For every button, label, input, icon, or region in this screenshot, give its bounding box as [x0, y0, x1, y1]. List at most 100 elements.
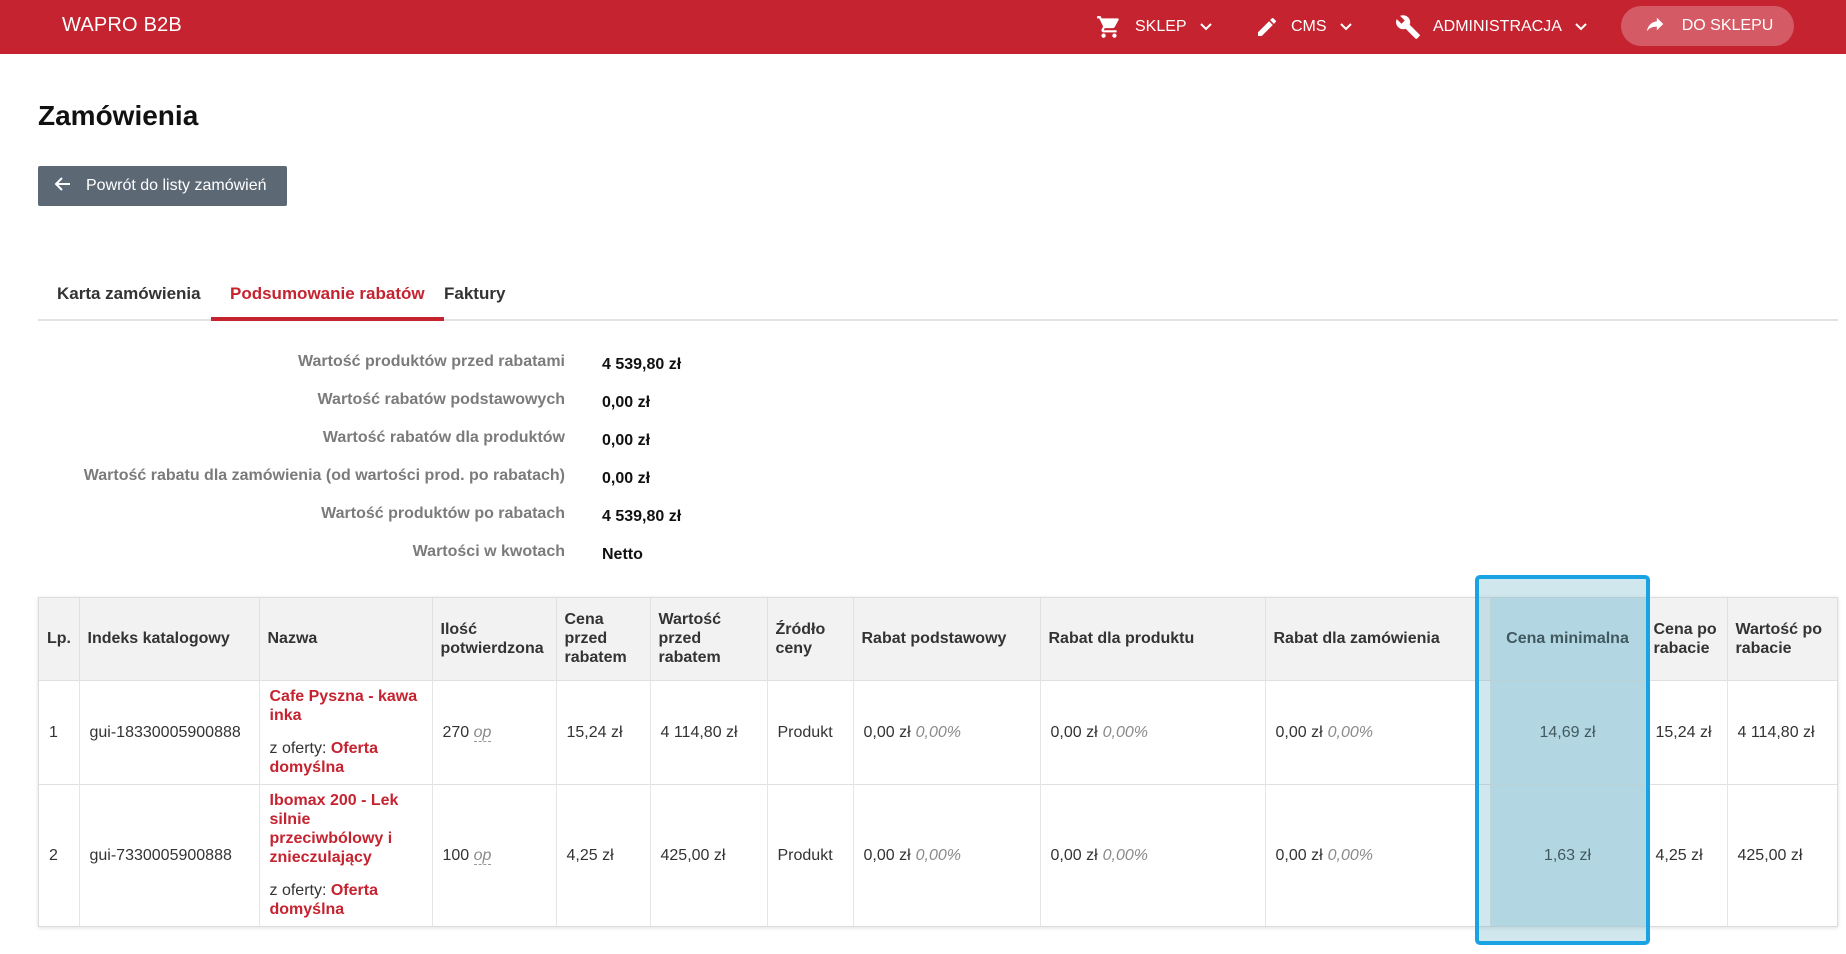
- arrow-left-icon: [54, 176, 72, 197]
- tab-order-card[interactable]: Karta zamówienia: [38, 270, 220, 321]
- page-title: Zamówienia: [38, 100, 199, 131]
- cell-base-discount: 0,00 zł 0,00%: [853, 679, 1041, 784]
- offer-info: z oferty: Oferta domyślna: [270, 739, 422, 777]
- cell-price-after: 15,24 zł: [1645, 679, 1728, 784]
- discount-percent: 0,00%: [1327, 723, 1374, 741]
- product-link[interactable]: Ibomax 200 - Lek silnie przeciwbólowy i …: [270, 791, 422, 867]
- qty-value: 270: [442, 723, 470, 741]
- tab-discount-summary[interactable]: Podsumowanie rabatów: [211, 270, 444, 321]
- pencil-icon: [1255, 15, 1279, 39]
- discount-percent: 0,00%: [1102, 846, 1149, 864]
- chevron-down-icon: [1339, 22, 1353, 32]
- nav-admin-label: ADMINISTRACJA: [1433, 18, 1562, 35]
- discount-percent: 0,00%: [915, 846, 962, 864]
- share-arrow-icon: [1642, 13, 1668, 40]
- nav-shop-menu[interactable]: SKLEP: [1095, 0, 1213, 54]
- order-items-table: Lp. Indeks katalogowy Nazwa Ilość potwie…: [38, 597, 1838, 927]
- cell-source: Produkt: [767, 783, 854, 926]
- top-bar: WAPRO B2B SKLEP CMS ADMINISTRACJA DO SKL: [0, 0, 1846, 54]
- col-header-price-before: Cena przed rabatem: [556, 598, 651, 680]
- discount-amount: 0,00 zł: [863, 846, 911, 864]
- cell-value-after: 4 114,80 zł: [1727, 679, 1837, 784]
- cell-price-after: 4,25 zł: [1645, 783, 1728, 926]
- cell-order-discount: 0,00 zł 0,00%: [1265, 679, 1491, 784]
- summary-label: Wartość produktów po rabatach: [321, 505, 565, 522]
- col-header-value-after: Wartość po rabacie: [1727, 598, 1837, 680]
- table-header-row: Lp. Indeks katalogowy Nazwa Ilość potwie…: [39, 598, 1837, 680]
- app-brand[interactable]: WAPRO B2B: [62, 14, 182, 37]
- cell-min-price: 1,63 zł: [1490, 783, 1646, 926]
- to-shop-button[interactable]: DO SKLEPU: [1621, 6, 1794, 46]
- col-header-order-discount: Rabat dla zamówienia: [1265, 598, 1491, 680]
- cell-price-before: 4,25 zł: [556, 783, 651, 926]
- wrench-icon: [1395, 14, 1421, 40]
- cell-order-discount: 0,00 zł 0,00%: [1265, 783, 1491, 926]
- cell-price-before: 15,24 zł: [556, 679, 651, 784]
- nav-shop-label: SKLEP: [1135, 18, 1187, 35]
- summary-value: 4 539,80 zł: [602, 356, 682, 373]
- summary-row: Wartość produktów po rabatach 4 539,80 z…: [38, 505, 938, 535]
- cell-product-discount: 0,00 zł 0,00%: [1040, 783, 1266, 926]
- offer-prefix: z oferty:: [269, 740, 327, 757]
- cell-value-before: 425,00 zł: [650, 783, 768, 926]
- cell-base-discount: 0,00 zł 0,00%: [853, 783, 1041, 926]
- summary-row: Wartości w kwotach Netto: [38, 543, 938, 573]
- cell-name: Ibomax 200 - Lek silnie przeciwbólowy i …: [259, 783, 433, 926]
- discount-amount: 0,00 zł: [1275, 723, 1323, 741]
- col-header-value-before: Wartość przed rabatem: [650, 598, 768, 680]
- order-tabs: Karta zamówienia Podsumowanie rabatów Fa…: [38, 270, 1838, 321]
- table-row: 1 gui-18330005900888 Cafe Pyszna - kawa …: [39, 679, 1837, 784]
- cell-value-before: 4 114,80 zł: [650, 679, 768, 784]
- discount-amount: 0,00 zł: [1050, 723, 1098, 741]
- unit-abbr: op: [473, 846, 492, 865]
- cell-lp: 1: [39, 679, 80, 784]
- summary-label: Wartości w kwotach: [412, 543, 565, 560]
- cell-qty: 270 op: [432, 679, 557, 784]
- col-header-source: Źródło ceny: [767, 598, 854, 680]
- offer-prefix: z oferty:: [269, 882, 327, 900]
- discount-amount: 0,00 zł: [863, 723, 911, 741]
- cell-source: Produkt: [767, 679, 854, 784]
- summary-row: Wartość rabatów dla produktów 0,00 zł: [38, 429, 938, 459]
- cell-qty: 100 op: [432, 783, 557, 926]
- nav-cms-menu[interactable]: CMS: [1255, 0, 1353, 54]
- back-to-orders-button[interactable]: Powrót do listy zamówień: [38, 166, 287, 206]
- nav-cms-label: CMS: [1291, 18, 1327, 35]
- col-header-name: Nazwa: [259, 598, 433, 680]
- cell-min-price: 14,69 zł: [1490, 679, 1646, 784]
- summary-value: 0,00 zł: [602, 470, 651, 487]
- product-link[interactable]: Cafe Pyszna - kawa inka: [270, 687, 422, 725]
- col-header-lp: Lp.: [39, 598, 80, 680]
- qty-value: 100: [442, 846, 470, 864]
- cell-name: Cafe Pyszna - kawa inka z oferty: Oferta…: [259, 679, 433, 784]
- cell-value-after: 425,00 zł: [1727, 783, 1837, 926]
- summary-value: Netto: [602, 546, 643, 563]
- col-header-min-price: Cena minimalna: [1490, 598, 1646, 680]
- summary-value: 0,00 zł: [602, 394, 651, 411]
- cell-index: gui-18330005900888: [79, 679, 260, 784]
- summary-row: Wartość rabatu dla zamówienia (od wartoś…: [38, 467, 938, 497]
- tab-invoices[interactable]: Faktury: [425, 270, 524, 321]
- discount-percent: 0,00%: [915, 723, 962, 741]
- summary-value: 0,00 zł: [602, 432, 651, 449]
- summary-label: Wartość rabatów podstawowych: [317, 391, 565, 408]
- discount-amount: 0,00 zł: [1275, 846, 1323, 864]
- unit-abbr: op: [473, 723, 492, 742]
- cell-product-discount: 0,00 zł 0,00%: [1040, 679, 1266, 784]
- chevron-down-icon: [1199, 22, 1213, 32]
- summary-label: Wartość rabatów dla produktów: [322, 429, 565, 446]
- col-header-qty: Ilość potwierdzona: [432, 598, 557, 680]
- col-header-product-discount: Rabat dla produktu: [1040, 598, 1266, 680]
- cell-index: gui-7330005900888: [79, 783, 260, 926]
- discount-amount: 0,00 zł: [1050, 846, 1098, 864]
- summary-label: Wartość produktów przed rabatami: [298, 353, 565, 370]
- summary-value: 4 539,80 zł: [602, 508, 682, 525]
- col-header-price-after: Cena po rabacie: [1645, 598, 1728, 680]
- summary-label: Wartość rabatu dla zamówienia (od wartoś…: [83, 467, 565, 484]
- cart-icon: [1095, 14, 1123, 40]
- discount-percent: 0,00%: [1102, 723, 1149, 741]
- nav-admin-menu[interactable]: ADMINISTRACJA: [1395, 0, 1588, 54]
- chevron-down-icon: [1574, 22, 1588, 32]
- summary-row: Wartość rabatów podstawowych 0,00 zł: [38, 391, 938, 421]
- summary-row: Wartość produktów przed rabatami 4 539,8…: [38, 353, 938, 383]
